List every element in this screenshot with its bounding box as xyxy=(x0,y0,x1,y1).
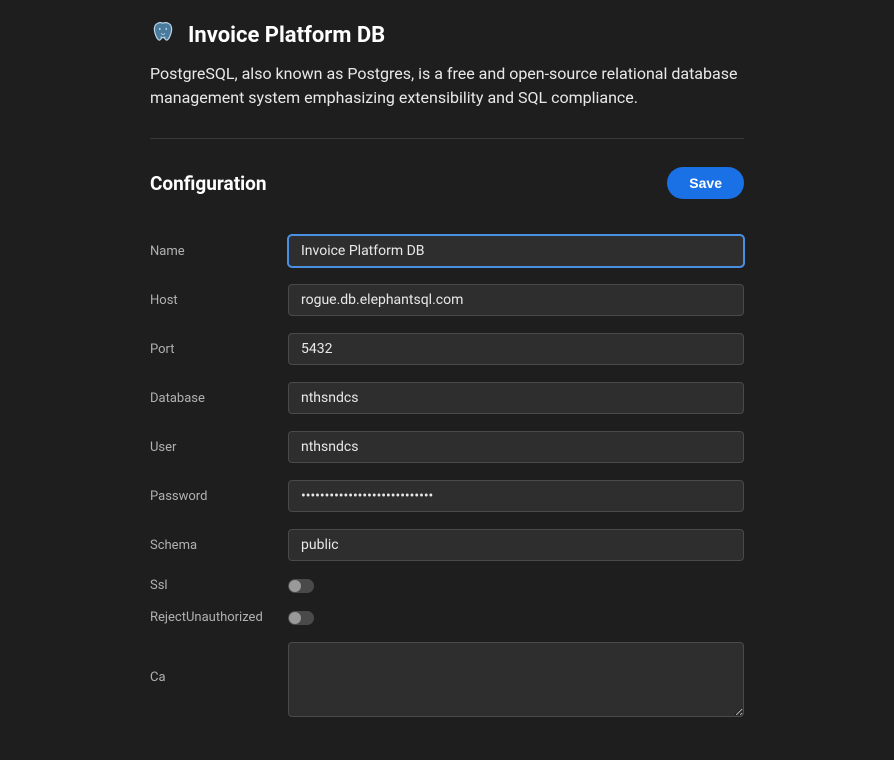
postgresql-icon xyxy=(150,20,176,50)
reject-unauthorized-label: RejectUnauthorized xyxy=(150,610,288,625)
reject-unauthorized-toggle[interactable] xyxy=(288,611,314,625)
toggle-knob xyxy=(289,612,301,624)
page-description: PostgreSQL, also known as Postgres, is a… xyxy=(150,62,744,110)
ca-textarea[interactable] xyxy=(288,642,744,717)
page-title: Invoice Platform DB xyxy=(188,23,385,48)
host-label: Host xyxy=(150,293,288,308)
port-label: Port xyxy=(150,342,288,357)
page-header: Invoice Platform DB PostgreSQL, also kno… xyxy=(150,20,744,139)
ca-label: Ca xyxy=(150,642,288,685)
name-label: Name xyxy=(150,244,288,259)
ssl-label: Ssl xyxy=(150,578,288,593)
user-label: User xyxy=(150,440,288,455)
name-input[interactable] xyxy=(288,235,744,267)
user-input[interactable] xyxy=(288,431,744,463)
ssl-toggle[interactable] xyxy=(288,579,314,593)
schema-label: Schema xyxy=(150,538,288,553)
toggle-knob xyxy=(289,580,301,592)
database-input[interactable] xyxy=(288,382,744,414)
database-label: Database xyxy=(150,391,288,406)
password-label: Password xyxy=(150,489,288,504)
port-input[interactable] xyxy=(288,333,744,365)
configuration-heading: Configuration xyxy=(150,172,267,195)
password-input[interactable] xyxy=(288,480,744,512)
host-input[interactable] xyxy=(288,284,744,316)
save-button[interactable]: Save xyxy=(667,167,744,199)
schema-input[interactable] xyxy=(288,529,744,561)
